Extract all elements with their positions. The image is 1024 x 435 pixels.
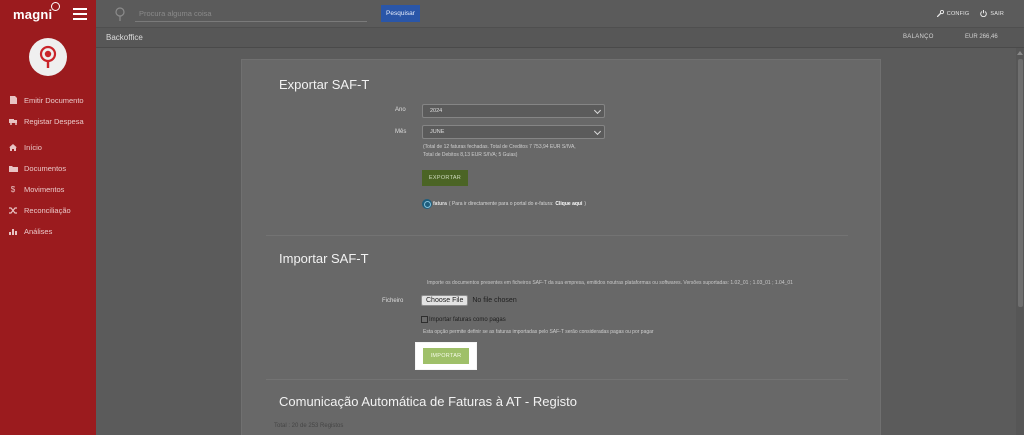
page-title: Backoffice xyxy=(106,33,143,42)
document-icon xyxy=(8,95,18,105)
menu-toggle-icon[interactable] xyxy=(73,8,88,20)
brand-logo[interactable]: magni xyxy=(13,1,61,22)
section-divider xyxy=(266,379,848,380)
brand-bar: magni xyxy=(0,0,96,28)
sidebar-item-documentos[interactable]: Documentos xyxy=(0,161,96,175)
backoffice-card: Exportar SAF-T Ano 2024 Mês JUNE (Total … xyxy=(241,59,881,435)
year-select-value: 2024 xyxy=(430,108,443,114)
power-icon xyxy=(980,10,988,17)
import-paid-description: Esta opção permite definir se as faturas… xyxy=(423,329,654,335)
subheader: Backoffice BALANÇO EUR 266,46 xyxy=(96,28,1024,48)
import-button-highlight: IMPORTAR xyxy=(416,343,476,369)
sidebar-item-label: Reconciliação xyxy=(24,205,71,215)
export-button[interactable]: EXPORTAR xyxy=(422,170,468,186)
sidebar-item-label: Emitir Documento xyxy=(24,95,84,105)
import-section-title: Importar SAF-T xyxy=(279,251,369,266)
export-summary: (Total de 12 faturas fechadas. Total de … xyxy=(423,143,576,159)
truck-icon xyxy=(8,116,18,126)
month-select[interactable]: JUNE xyxy=(422,125,605,139)
map-pin-search-icon xyxy=(115,6,125,21)
export-section-title: Exportar SAF-T xyxy=(279,77,370,92)
efatura-globe-icon xyxy=(422,199,432,209)
magnifier-logo-icon xyxy=(39,45,57,68)
sidebar-item-label: Registar Despesa xyxy=(24,116,84,126)
efatura-link[interactable]: Clique aqui xyxy=(555,201,582,207)
import-paid-label[interactable]: Importar faturas como pagas xyxy=(429,317,506,323)
section-divider xyxy=(266,235,848,236)
logo-mark-icon xyxy=(51,1,61,11)
records-total: Total : 20 de 253 Registos xyxy=(274,423,344,429)
scroll-thumb[interactable] xyxy=(1017,59,1023,307)
sidebar-item-label: Movimentos xyxy=(24,184,65,194)
year-label: Ano xyxy=(395,107,406,113)
balance-label: BALANÇO xyxy=(903,34,934,40)
import-description: Importe os documentos presentes em fiche… xyxy=(427,280,793,286)
config-label: CONFIG xyxy=(946,10,970,17)
efatura-portal-note: fatura ( Para ir directamente para o por… xyxy=(422,199,586,209)
shuffle-icon xyxy=(8,205,18,215)
page-scrollbar[interactable] xyxy=(1016,48,1024,435)
sidebar-item-reconciliacao[interactable]: Reconciliação xyxy=(0,203,96,217)
sidebar-item-registar-despesa[interactable]: Registar Despesa xyxy=(0,114,96,128)
bar-chart-icon xyxy=(8,226,18,236)
logout-label: SAIR xyxy=(990,10,1004,17)
logout-link[interactable]: SAIR xyxy=(980,10,1004,17)
communication-section-title: Comunicação Automática de Faturas à AT -… xyxy=(279,394,577,409)
file-picker: Choose File No file chosen xyxy=(421,295,517,306)
import-paid-option: Importar faturas como pagas xyxy=(421,316,506,323)
efatura-text: ( Para ir directamente para o portal do … xyxy=(448,201,554,207)
export-summary-line: (Total de 12 faturas fechadas. Total de … xyxy=(423,144,576,150)
year-select[interactable]: 2024 xyxy=(422,104,605,118)
sidebar-item-inicio[interactable]: Início xyxy=(0,140,96,154)
chevron-down-icon xyxy=(593,127,602,136)
file-status: No file chosen xyxy=(472,297,517,304)
month-label: Mês xyxy=(395,129,407,135)
search-input[interactable] xyxy=(135,5,367,22)
efatura-paren: ) xyxy=(584,201,587,207)
config-link[interactable]: CONFIG xyxy=(936,10,970,17)
sidebar-nav: Emitir Documento Registar Despesa Início… xyxy=(0,93,96,238)
search-button[interactable]: Pesquisar xyxy=(381,5,420,22)
folder-icon xyxy=(8,163,18,173)
topbar: Pesquisar CONFIG SAIR xyxy=(96,0,1024,28)
import-paid-checkbox[interactable] xyxy=(421,316,428,323)
sidebar-item-analises[interactable]: Análises xyxy=(0,224,96,238)
chevron-down-icon xyxy=(593,106,602,115)
scroll-up-icon[interactable] xyxy=(1017,51,1023,55)
sidebar-item-label: Início xyxy=(24,142,42,152)
export-summary-line: Total de Debitos 8,13 EUR S/IVA; 5 Guias… xyxy=(423,152,518,158)
file-label: Ficheiro xyxy=(382,298,404,304)
dollar-icon: $ xyxy=(10,184,16,194)
wrench-icon xyxy=(936,10,944,17)
sidebar-item-label: Documentos xyxy=(24,163,67,173)
efatura-logo-text: fatura xyxy=(433,201,447,207)
search-bar: Pesquisar xyxy=(114,5,420,22)
import-button[interactable]: IMPORTAR xyxy=(423,348,469,364)
balance-value: EUR 266,46 xyxy=(965,34,998,40)
sidebar-item-movimentos[interactable]: $ Movimentos xyxy=(0,182,96,196)
avatar[interactable] xyxy=(29,38,67,76)
choose-file-button[interactable]: Choose File xyxy=(421,295,469,306)
month-select-value: JUNE xyxy=(430,129,445,135)
sidebar-item-label: Análises xyxy=(24,226,53,236)
home-icon xyxy=(8,142,18,152)
sidebar: magni Emitir Documento Registar Despesa … xyxy=(0,0,96,435)
sidebar-item-emitir-documento[interactable]: Emitir Documento xyxy=(0,93,96,107)
brand-name: magni xyxy=(13,6,53,22)
